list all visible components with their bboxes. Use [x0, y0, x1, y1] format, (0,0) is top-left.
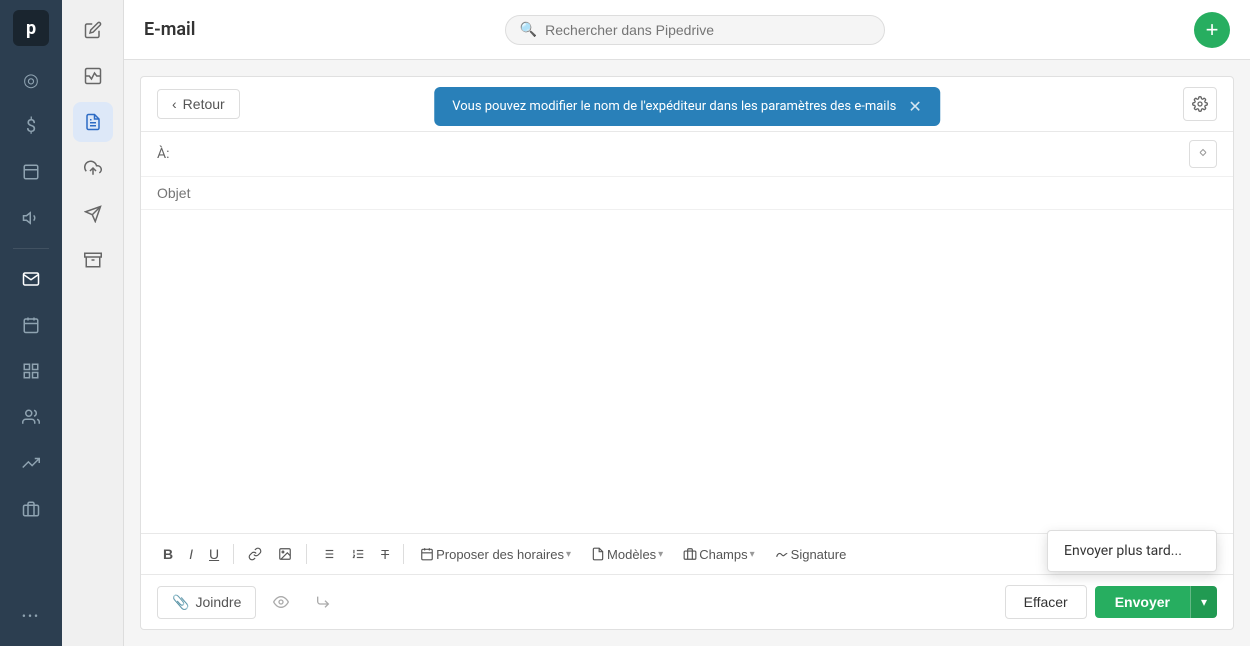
- back-button[interactable]: ‹ Retour: [157, 89, 240, 119]
- schedule-button[interactable]: Proposer des horaires ▾: [412, 543, 579, 566]
- underline-button[interactable]: U: [203, 542, 225, 566]
- link-button[interactable]: [242, 543, 268, 565]
- notification-close-icon[interactable]: ✕: [908, 97, 921, 116]
- send-button[interactable]: Envoyer: [1095, 586, 1190, 618]
- nav-item-reports[interactable]: [11, 351, 51, 391]
- send-dropdown-button[interactable]: ▾: [1190, 586, 1217, 618]
- arrow-button[interactable]: [306, 585, 340, 619]
- fields-button[interactable]: Champs ▾: [675, 543, 762, 566]
- sec-item-outbox[interactable]: [73, 148, 113, 188]
- attach-icon: 📎: [172, 594, 189, 611]
- nav-item-inbox[interactable]: [11, 152, 51, 192]
- expand-icon: [1197, 148, 1209, 160]
- search-input[interactable]: [545, 22, 870, 38]
- fields-icon: [683, 547, 697, 561]
- templates-button[interactable]: Modèles ▾: [583, 543, 671, 566]
- back-chevron-icon: ‹: [172, 96, 177, 112]
- nav-divider: [13, 248, 49, 249]
- nav-item-email[interactable]: [11, 259, 51, 299]
- schedule-icon: [420, 547, 434, 561]
- eye-icon: [273, 594, 289, 610]
- nav-item-more[interactable]: •••: [11, 596, 51, 636]
- top-header: E-mail 🔍 +: [124, 0, 1250, 60]
- subject-field-row: [141, 177, 1233, 210]
- to-input[interactable]: [189, 146, 1181, 162]
- templates-chevron-icon: ▾: [658, 549, 663, 560]
- send-later-item[interactable]: Envoyer plus tard...: [1048, 531, 1216, 571]
- forward-icon: [315, 594, 331, 610]
- attach-button[interactable]: 📎 Joindre: [157, 586, 256, 619]
- nav-item-campaigns[interactable]: [11, 198, 51, 238]
- bullet-list-button[interactable]: [315, 543, 341, 565]
- fields-chevron-icon: ▾: [750, 549, 755, 560]
- sec-item-sent[interactable]: [73, 194, 113, 234]
- subject-input[interactable]: [157, 185, 1217, 201]
- nav-item-contacts[interactable]: [11, 397, 51, 437]
- gear-icon: [1192, 96, 1208, 112]
- signature-icon: [775, 547, 789, 561]
- email-body[interactable]: [141, 210, 1233, 533]
- nav-item-briefcase[interactable]: [11, 489, 51, 529]
- notification-banner: Vous pouvez modifier le nom de l'expédit…: [434, 87, 940, 126]
- signature-button[interactable]: Signature: [767, 543, 855, 566]
- sec-item-compose-active[interactable]: [73, 102, 113, 142]
- nav-item-focus[interactable]: ◎: [11, 60, 51, 100]
- bullet-list-icon: [321, 547, 335, 561]
- add-button[interactable]: +: [1194, 12, 1230, 48]
- bold-button[interactable]: B: [157, 542, 179, 566]
- sec-item-inbox[interactable]: [73, 56, 113, 96]
- link-icon: [248, 547, 262, 561]
- search-bar: 🔍: [211, 15, 1178, 45]
- toolbar-separator-1: [233, 544, 234, 564]
- app-logo: p: [13, 10, 49, 46]
- main-area: E-mail 🔍 + Vous pouvez modifier le nom d…: [124, 0, 1250, 646]
- clear-format-button[interactable]: T: [375, 543, 395, 566]
- send-dropdown-chevron-icon: ▾: [1201, 595, 1207, 609]
- secondary-navigation: [62, 0, 124, 646]
- bottom-bar: 📎 Joindre Effacer Envoyer ▾ E: [141, 574, 1233, 629]
- toolbar-separator-2: [306, 544, 307, 564]
- expand-button[interactable]: [1189, 140, 1217, 168]
- preview-button[interactable]: [264, 585, 298, 619]
- search-input-wrap[interactable]: 🔍: [505, 15, 885, 45]
- nav-item-growth[interactable]: [11, 443, 51, 483]
- sec-item-archive[interactable]: [73, 240, 113, 280]
- image-icon: [278, 547, 292, 561]
- italic-button[interactable]: I: [183, 542, 199, 566]
- notification-text: Vous pouvez modifier le nom de l'expédit…: [452, 99, 896, 114]
- image-button[interactable]: [272, 543, 298, 565]
- search-icon: 🔍: [520, 22, 537, 38]
- settings-button[interactable]: [1183, 87, 1217, 121]
- numbered-list-button[interactable]: [345, 543, 371, 565]
- numbered-list-icon: [351, 547, 365, 561]
- left-navigation: p ◎ $ •••: [0, 0, 62, 646]
- send-group: Envoyer ▾ Envoyer plus tard...: [1095, 586, 1217, 618]
- schedule-chevron-icon: ▾: [566, 549, 571, 560]
- toolbar-separator-3: [403, 544, 404, 564]
- content-area: Vous pouvez modifier le nom de l'expédit…: [124, 60, 1250, 646]
- nav-item-deals[interactable]: $: [11, 106, 51, 146]
- sec-item-compose-new[interactable]: [73, 10, 113, 50]
- templates-icon: [591, 547, 605, 561]
- send-dropdown-menu: Envoyer plus tard...: [1047, 530, 1217, 572]
- nav-item-calendar[interactable]: [11, 305, 51, 345]
- email-compose: Vous pouvez modifier le nom de l'expédit…: [140, 76, 1234, 630]
- to-field-row: À:: [141, 132, 1233, 177]
- page-title: E-mail: [144, 19, 195, 40]
- clear-button[interactable]: Effacer: [1005, 585, 1087, 619]
- to-label: À:: [157, 146, 181, 162]
